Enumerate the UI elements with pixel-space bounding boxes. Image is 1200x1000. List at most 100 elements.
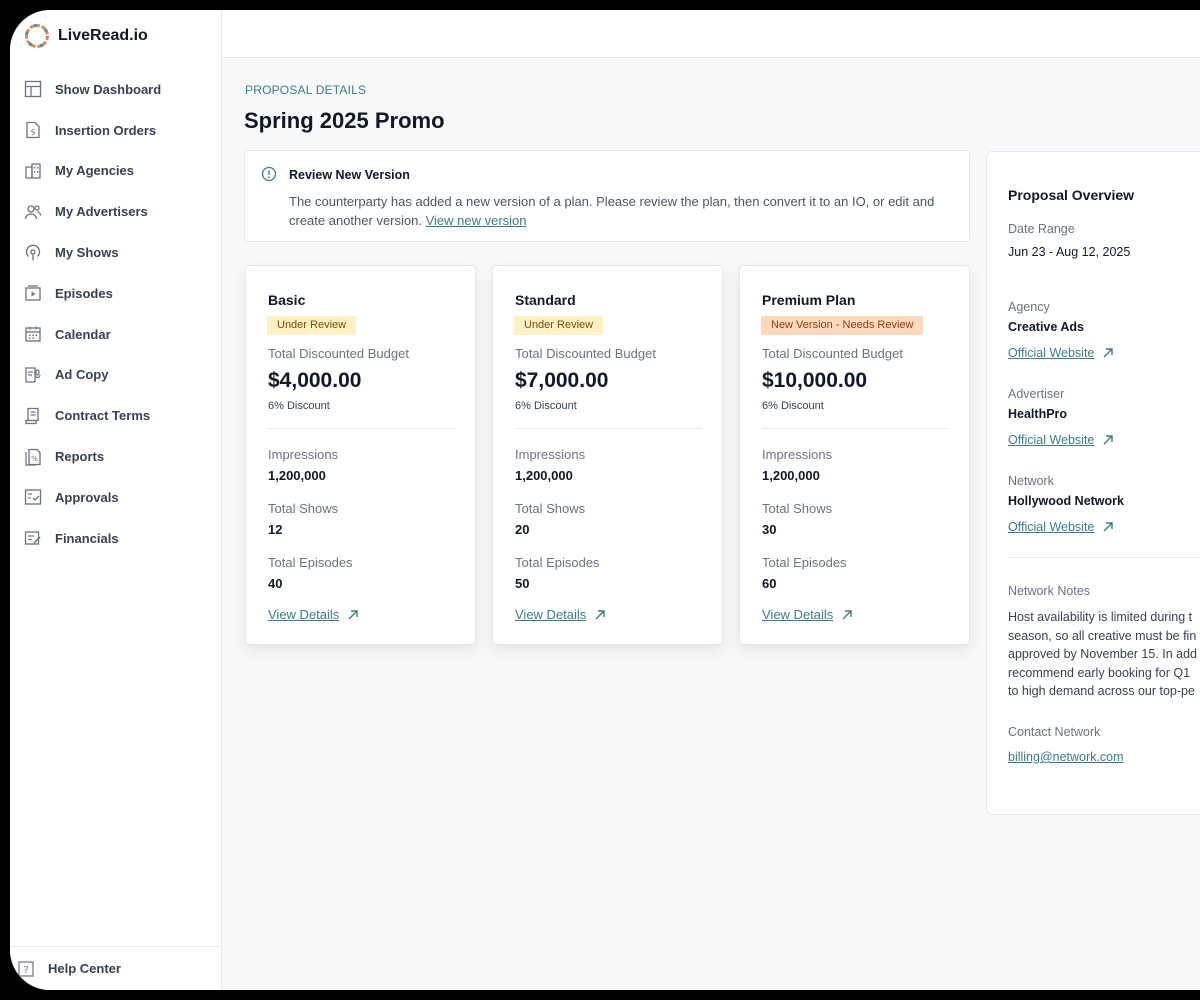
episodes-value: 50 [515, 576, 530, 591]
plan-card-standard: Standard Under Review Total Discounted B… [492, 265, 723, 645]
impressions-value: 1,200,000 [515, 468, 573, 483]
sidebar-item-label: My Shows [55, 245, 119, 261]
external-arrow-icon [595, 609, 605, 619]
status-badge: Under Review [514, 316, 604, 335]
budget-label: Total Discounted Budget [515, 346, 656, 361]
advertiser-website-label: Official Website [1008, 433, 1095, 447]
shows-label: Total Shows [515, 501, 586, 516]
svg-text:$: $ [30, 128, 35, 137]
sidebar-item-my-advertisers[interactable]: My Advertisers [10, 191, 222, 232]
episodes-label: Total Episodes [515, 555, 600, 570]
view-details-link[interactable]: View Details [268, 607, 359, 622]
view-details-label: View Details [515, 607, 587, 622]
divider [762, 428, 949, 429]
sidebar-item-contract-terms[interactable]: Contract Terms [10, 395, 222, 436]
external-arrow-icon [1103, 348, 1114, 358]
top-bar [222, 10, 1200, 58]
network-website-label: Official Website [1008, 520, 1095, 534]
info-icon [261, 166, 277, 182]
impressions-label: Impressions [268, 447, 339, 462]
users-icon [24, 203, 42, 221]
sidebar-item-label: Ad Copy [55, 367, 109, 383]
logo-icon [25, 24, 49, 48]
impressions-value: 1,200,000 [268, 468, 326, 483]
sidebar-item-my-agencies[interactable]: My Agencies [10, 151, 222, 192]
contact-email-link[interactable]: billing@network.com [1008, 750, 1124, 764]
sidebar-nav: Show Dashboard $ Insertion Orders My Age… [10, 69, 222, 559]
status-badge: Under Review [267, 316, 357, 335]
network-website-link[interactable]: Official Website [1008, 520, 1114, 534]
sidebar-item-show-dashboard[interactable]: Show Dashboard [10, 69, 222, 110]
plan-name: Premium Plan [762, 292, 856, 308]
help-center-label: Help Center [48, 961, 121, 976]
network-notes-text: Host availability is limited during t se… [1008, 610, 1198, 698]
proposal-overview-panel: Proposal Overview Date Range Jun 23 - Au… [986, 151, 1200, 815]
status-badge: New Version - Needs Review [761, 316, 924, 335]
view-details-link[interactable]: View Details [762, 607, 853, 622]
advertiser-label: Advertiser [1008, 387, 1065, 401]
alert-text: The counterparty has added a new version… [289, 194, 935, 228]
calendar-icon [24, 325, 42, 343]
advertiser-value: HealthPro [1008, 407, 1068, 421]
date-range-label: Date Range [1008, 222, 1075, 236]
divider [268, 428, 455, 429]
sidebar-item-label: Contract Terms [55, 408, 151, 424]
sidebar-item-label: Financials [55, 530, 119, 546]
sidebar-item-approvals[interactable]: Approvals [10, 477, 222, 518]
shows-label: Total Shows [268, 501, 339, 516]
budget-amount: $7,000.00 [515, 369, 609, 392]
advertiser-website-link[interactable]: Official Website [1008, 433, 1114, 447]
external-arrow-icon [1103, 435, 1114, 445]
help-icon: ? [18, 960, 34, 977]
sidebar-item-label: Reports [55, 449, 105, 465]
sidebar-item-label: Insertion Orders [55, 122, 157, 138]
sidebar-item-label: My Advertisers [55, 204, 148, 220]
contract-icon [24, 407, 42, 425]
agency-value: Creative Ads [1008, 320, 1084, 334]
view-details-label: View Details [762, 607, 834, 622]
episodes-value: 60 [762, 576, 777, 591]
shows-label: Total Shows [762, 501, 833, 516]
approvals-icon [24, 488, 42, 506]
sidebar-item-label: Approvals [55, 489, 119, 505]
sidebar-item-ad-copy[interactable]: Ad Copy [10, 355, 222, 396]
episodes-value: 40 [268, 576, 283, 591]
brand[interactable]: LiveRead.io [23, 22, 148, 50]
agency-website-link[interactable]: Official Website [1008, 346, 1114, 360]
app-window: LiveRead.io Show Dashboard $ Insertion O… [10, 10, 1200, 990]
shows-value: 12 [268, 522, 283, 537]
divider [1008, 557, 1200, 558]
view-new-version-link[interactable]: View new version [426, 213, 527, 228]
view-details-link[interactable]: View Details [515, 607, 606, 622]
sidebar-item-my-shows[interactable]: My Shows [10, 232, 222, 273]
shows-value: 30 [762, 522, 777, 537]
plan-name: Basic [268, 292, 306, 308]
plan-card-basic: Basic Under Review Total Discounted Budg… [245, 265, 476, 645]
budget-amount: $4,000.00 [268, 369, 362, 392]
discount-text: 6% Discount [762, 400, 824, 412]
sidebar-item-calendar[interactable]: Calendar [10, 314, 222, 355]
budget-amount: $10,000.00 [762, 369, 868, 392]
overview-title: Proposal Overview [1008, 187, 1135, 203]
sidebar-item-reports[interactable]: % Reports [10, 436, 222, 477]
sidebar-item-episodes[interactable]: Episodes [10, 273, 222, 314]
shows-value: 20 [515, 522, 530, 537]
sidebar-item-financials[interactable]: Financials [10, 518, 222, 559]
agency-website-label: Official Website [1008, 346, 1095, 360]
discount-text: 6% Discount [515, 400, 577, 412]
sidebar-item-insertion-orders[interactable]: $ Insertion Orders [10, 110, 222, 151]
help-center-link[interactable]: ? Help Center [10, 946, 222, 990]
page-title: Spring 2025 Promo [244, 108, 445, 133]
network-value: Hollywood Network [1008, 494, 1124, 508]
external-arrow-icon [1103, 522, 1114, 532]
ad-copy-icon [24, 366, 42, 384]
network-label: Network [1008, 474, 1054, 488]
external-arrow-icon [348, 609, 358, 619]
page-eyebrow: PROPOSAL DETAILS [245, 83, 367, 97]
budget-label: Total Discounted Budget [268, 346, 409, 361]
review-alert: Review New Version The counterparty has … [244, 150, 970, 242]
sidebar-item-label: My Agencies [55, 163, 134, 179]
agency-label: Agency [1008, 300, 1050, 314]
discount-text: 6% Discount [268, 400, 330, 412]
contact-network-label: Contact Network [1008, 725, 1101, 739]
